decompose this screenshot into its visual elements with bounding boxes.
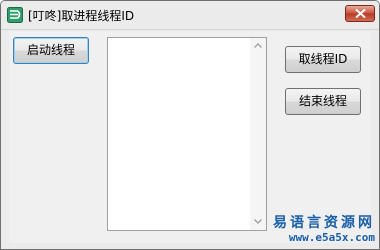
client-area: 启动线程 取线程ID 结束线程: [9, 31, 371, 243]
get-thread-id-button[interactable]: 取线程ID: [285, 46, 361, 73]
listbox-scrollbar[interactable]: [250, 38, 266, 230]
output-listbox[interactable]: [107, 37, 267, 231]
watermark-name: 易语言资源网: [273, 215, 375, 231]
close-button[interactable]: [345, 5, 375, 22]
title-bar[interactable]: [叮咚]取进程线程ID: [1, 1, 379, 30]
end-thread-label: 结束线程: [298, 94, 347, 108]
start-thread-label: 启动线程: [26, 43, 75, 57]
scroll-down-arrow-icon: [254, 219, 262, 224]
scroll-up-button[interactable]: [250, 38, 266, 54]
start-thread-button[interactable]: 启动线程: [13, 37, 89, 64]
watermark-url: www.e5a5x.com: [288, 231, 375, 244]
site-watermark: 易语言资源网 www.e5a5x.com: [273, 215, 375, 245]
scroll-down-button[interactable]: [250, 214, 266, 230]
end-thread-button[interactable]: 结束线程: [285, 88, 361, 115]
get-thread-id-label: 取线程ID: [298, 52, 348, 66]
scroll-up-arrow-icon: [254, 43, 262, 48]
window-title: [叮咚]取进程线程ID: [28, 9, 135, 23]
main-window: [叮咚]取进程线程ID 启动线程 取线程ID 结束线程 易语言资源网 www.e…: [0, 0, 380, 250]
app-icon: [7, 7, 23, 23]
close-icon: [355, 9, 366, 18]
